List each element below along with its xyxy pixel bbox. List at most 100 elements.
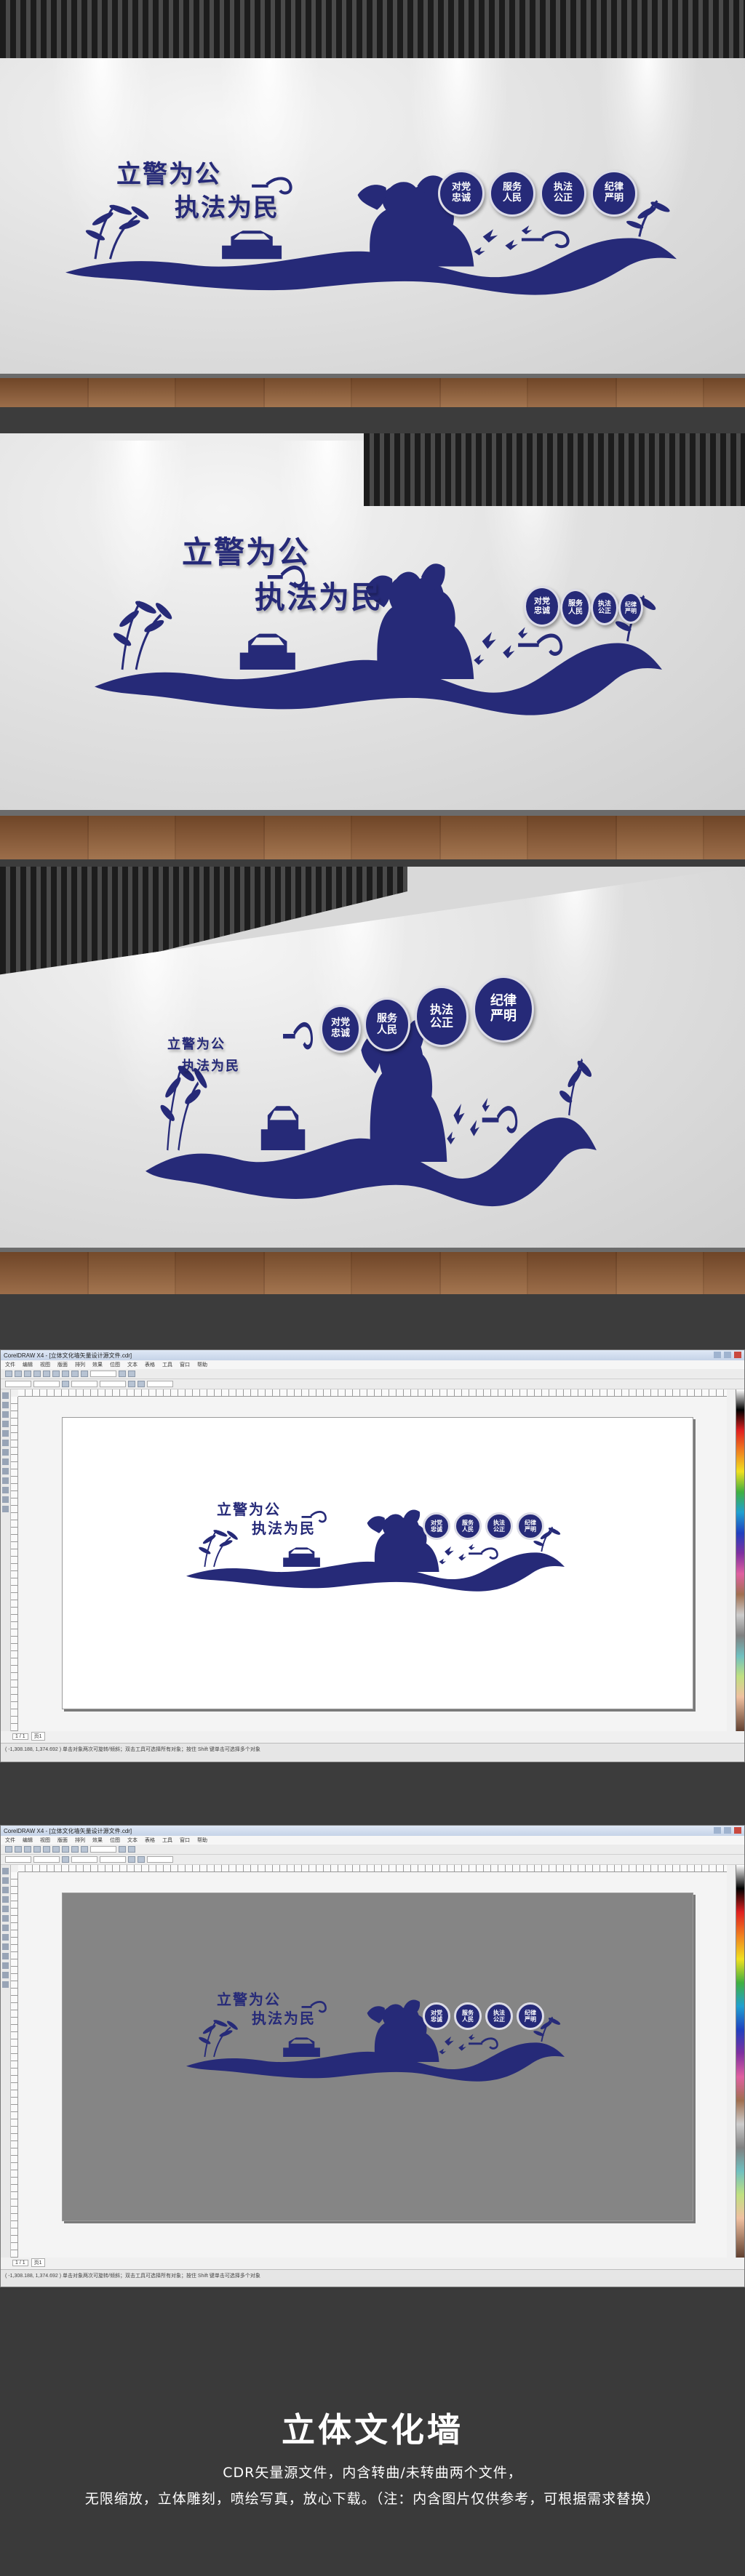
menu-edit[interactable]: 编辑 <box>23 1837 33 1844</box>
outline-tool-icon[interactable] <box>2 1972 9 1978</box>
print-icon[interactable] <box>33 1371 41 1377</box>
menu-layout[interactable]: 版面 <box>57 1837 68 1844</box>
height-field[interactable] <box>100 1856 126 1863</box>
undo-icon[interactable] <box>71 1846 79 1853</box>
crop-tool-icon[interactable] <box>2 1411 9 1418</box>
maximize-button[interactable] <box>724 1352 731 1358</box>
lock-ratio-icon[interactable] <box>62 1381 69 1387</box>
shape-tool-icon[interactable] <box>2 1402 9 1408</box>
zoom-select[interactable] <box>90 1371 116 1377</box>
interactive-tool-icon[interactable] <box>2 1477 9 1484</box>
crop-tool-icon[interactable] <box>2 1887 9 1893</box>
outline-tool-icon[interactable] <box>2 1496 9 1503</box>
menu-table[interactable]: 表格 <box>145 1361 155 1368</box>
minimize-button[interactable] <box>714 1827 721 1834</box>
print-icon[interactable] <box>33 1846 41 1853</box>
menu-bitmaps[interactable]: 位图 <box>110 1837 120 1844</box>
cut-icon[interactable] <box>43 1846 50 1853</box>
page-tab[interactable]: 页1 <box>31 2258 45 2267</box>
freehand-tool-icon[interactable] <box>2 1906 9 1912</box>
copy-icon[interactable] <box>52 1846 60 1853</box>
text-tool-icon[interactable] <box>2 1943 9 1950</box>
fill-tool-icon[interactable] <box>2 1981 9 1988</box>
menu-help[interactable]: 帮助 <box>197 1361 207 1368</box>
mirror-icon[interactable] <box>138 1381 145 1387</box>
menu-file[interactable]: 文件 <box>5 1837 15 1844</box>
ellipse-tool-icon[interactable] <box>2 1925 9 1931</box>
menu-arrange[interactable]: 排列 <box>75 1837 85 1844</box>
menu-arrange[interactable]: 排列 <box>75 1361 85 1368</box>
menu-view[interactable]: 视图 <box>40 1837 50 1844</box>
redo-icon[interactable] <box>81 1846 88 1853</box>
fill-tool-icon[interactable] <box>2 1506 9 1512</box>
menu-view[interactable]: 视图 <box>40 1361 50 1368</box>
rotate-icon[interactable] <box>128 1381 135 1387</box>
color-palette[interactable] <box>736 1389 744 1731</box>
menu-table[interactable]: 表格 <box>145 1837 155 1844</box>
y-position-field[interactable] <box>33 1856 60 1863</box>
new-icon[interactable] <box>5 1846 12 1853</box>
menu-tools[interactable]: 工具 <box>162 1361 172 1368</box>
freehand-tool-icon[interactable] <box>2 1430 9 1437</box>
ellipse-tool-icon[interactable] <box>2 1449 9 1456</box>
maximize-button[interactable] <box>724 1827 731 1834</box>
page-tab[interactable]: 页1 <box>31 1732 45 1741</box>
menu-effects[interactable]: 效果 <box>92 1361 103 1368</box>
color-palette[interactable] <box>736 1865 744 2258</box>
x-position-field[interactable] <box>5 1856 31 1863</box>
interactive-tool-icon[interactable] <box>2 1953 9 1959</box>
minimize-button[interactable] <box>714 1352 721 1358</box>
height-field[interactable] <box>100 1381 126 1387</box>
menu-window[interactable]: 窗口 <box>180 1837 190 1844</box>
drawing-workspace[interactable]: 立警为公 执法为民 对党 忠诚 服务 人民 执法 公正 纪律 严明 <box>18 1872 727 2258</box>
outline-width-select[interactable] <box>147 1856 173 1863</box>
shape-tool-icon[interactable] <box>2 1877 9 1884</box>
zoom-tool-icon[interactable] <box>2 1421 9 1427</box>
width-field[interactable] <box>71 1856 97 1863</box>
cut-icon[interactable] <box>43 1371 50 1377</box>
options-icon[interactable] <box>128 1371 135 1377</box>
eyedropper-tool-icon[interactable] <box>2 1487 9 1493</box>
x-position-field[interactable] <box>5 1381 31 1387</box>
close-button[interactable] <box>734 1352 741 1358</box>
open-icon[interactable] <box>15 1846 22 1853</box>
menu-window[interactable]: 窗口 <box>180 1361 190 1368</box>
pick-tool-icon[interactable] <box>2 1392 9 1399</box>
eyedropper-tool-icon[interactable] <box>2 1962 9 1969</box>
redo-icon[interactable] <box>81 1371 88 1377</box>
snap-icon[interactable] <box>119 1371 126 1377</box>
rectangle-tool-icon[interactable] <box>2 1915 9 1922</box>
new-icon[interactable] <box>5 1371 12 1377</box>
menu-text[interactable]: 文本 <box>127 1837 138 1844</box>
copy-icon[interactable] <box>52 1371 60 1377</box>
close-button[interactable] <box>734 1827 741 1834</box>
polygon-tool-icon[interactable] <box>2 1934 9 1941</box>
drawing-workspace[interactable]: 立警为公 执法为民 对党 忠诚 服务 人民 执法 公正 纪律 严明 <box>18 1397 727 1731</box>
menu-edit[interactable]: 编辑 <box>23 1361 33 1368</box>
outline-width-select[interactable] <box>147 1381 173 1387</box>
open-icon[interactable] <box>15 1371 22 1377</box>
menu-effects[interactable]: 效果 <box>92 1837 103 1844</box>
menu-tools[interactable]: 工具 <box>162 1837 172 1844</box>
menu-help[interactable]: 帮助 <box>197 1837 207 1844</box>
pick-tool-icon[interactable] <box>2 1868 9 1874</box>
rotate-icon[interactable] <box>128 1856 135 1863</box>
menu-text[interactable]: 文本 <box>127 1361 138 1368</box>
save-icon[interactable] <box>24 1846 31 1853</box>
width-field[interactable] <box>71 1381 97 1387</box>
snap-icon[interactable] <box>119 1846 126 1853</box>
menu-bitmaps[interactable]: 位图 <box>110 1361 120 1368</box>
menu-layout[interactable]: 版面 <box>57 1361 68 1368</box>
options-icon[interactable] <box>128 1846 135 1853</box>
text-tool-icon[interactable] <box>2 1468 9 1474</box>
lock-ratio-icon[interactable] <box>62 1856 69 1863</box>
zoom-select[interactable] <box>90 1846 116 1853</box>
paste-icon[interactable] <box>62 1371 69 1377</box>
zoom-tool-icon[interactable] <box>2 1896 9 1903</box>
undo-icon[interactable] <box>71 1371 79 1377</box>
mirror-icon[interactable] <box>138 1856 145 1863</box>
rectangle-tool-icon[interactable] <box>2 1440 9 1446</box>
polygon-tool-icon[interactable] <box>2 1458 9 1465</box>
menu-file[interactable]: 文件 <box>5 1361 15 1368</box>
paste-icon[interactable] <box>62 1846 69 1853</box>
